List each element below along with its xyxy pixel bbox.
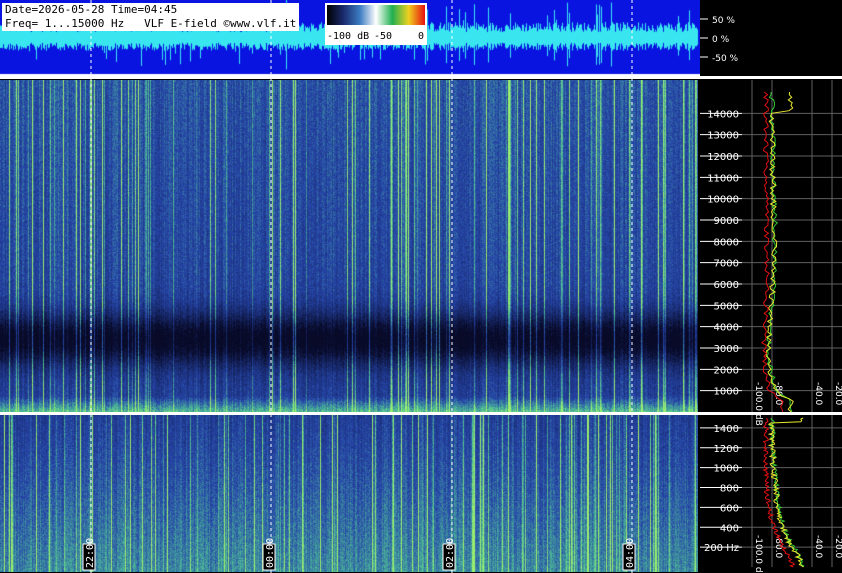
colorbar-gradient bbox=[327, 5, 425, 25]
freq-tick-label: 600 bbox=[720, 503, 739, 514]
freq-tick-label: 13000 bbox=[707, 131, 739, 142]
freq-tick-label: 4000 bbox=[714, 323, 739, 334]
freq-tick-label: 12000 bbox=[707, 152, 739, 163]
freq-tick-label: 14000 bbox=[707, 109, 739, 120]
spectrum-db-tick-label: -100.0 dB bbox=[753, 382, 763, 426]
freq-tick-label: 6000 bbox=[714, 280, 739, 291]
separator-top bbox=[0, 76, 842, 79]
time-tick-label: 00:00 bbox=[262, 538, 276, 571]
header-frequency: Freq= 1...15000 Hz VLF E-field ©www.vlf.… bbox=[5, 17, 297, 30]
colorbar-tick-max: 0 bbox=[418, 31, 425, 42]
time-tick-text: 00:00 bbox=[265, 538, 276, 568]
freq-tick-label: 3000 bbox=[714, 344, 739, 355]
header-info: Date=2026-05-28 Time=04:45 Freq= 1...150… bbox=[2, 3, 300, 31]
freq-tick-label: 8000 bbox=[714, 237, 739, 248]
vlf-monitor-screen: 22:00 00:00 02:00 04:00 50 % 0 % -50 % 1000 2000… bbox=[0, 0, 842, 573]
freq-tick-label: 1400 bbox=[714, 424, 739, 435]
chart-overlay: 22:00 00:00 02:00 04:00 50 % 0 % -50 % 1000 2000… bbox=[0, 0, 842, 573]
freq-tick-label: 7000 bbox=[714, 259, 739, 270]
freq-tick-label: 400 bbox=[720, 523, 739, 534]
time-tick-label: 02:00 bbox=[442, 538, 456, 571]
waveform-tick-label: 50 % bbox=[712, 16, 735, 26]
colorbar-tick-min: -100 dB bbox=[327, 31, 370, 42]
freq-tick-label: 800 bbox=[720, 484, 739, 495]
spectrum-db-tick-label: -40.0 bbox=[813, 382, 823, 406]
spectrum-line-yellow bbox=[765, 91, 794, 413]
waveform-tick-label: 0 % bbox=[712, 35, 730, 45]
time-tick-label: 04:00 bbox=[622, 538, 636, 571]
spectrum-db-tick-label: -100.0 dB bbox=[753, 535, 763, 573]
time-tick-text: 02:00 bbox=[445, 538, 456, 568]
freq-tick-label: 11000 bbox=[707, 173, 739, 184]
freq-tick-label: 1000 bbox=[714, 464, 739, 475]
header-date-time: Date=2026-05-28 Time=04:45 bbox=[5, 3, 178, 16]
time-tick-label: 22:00 bbox=[82, 538, 96, 571]
spectrum-db-tick-label: -20.0 bbox=[833, 535, 842, 559]
freq-tick-label: 2000 bbox=[714, 365, 739, 376]
colorbar-tick-mid: -50 bbox=[374, 31, 393, 42]
waveform-tick-label: -50 % bbox=[712, 54, 739, 64]
freq-tick-label: 1200 bbox=[714, 444, 739, 455]
separator-mid bbox=[0, 412, 842, 415]
time-tick-text: 04:00 bbox=[625, 538, 636, 568]
time-tick-text: 22:00 bbox=[85, 538, 96, 568]
freq-tick-label: 10000 bbox=[707, 195, 739, 206]
colorbar: -100 dB -50 0 bbox=[325, 3, 427, 45]
freq-tick-label: 5000 bbox=[714, 301, 739, 312]
freq-tick-label: 200 Hz bbox=[704, 543, 739, 554]
spectrum-db-tick-label: -40.0 bbox=[813, 535, 823, 559]
freq-tick-label: 9000 bbox=[714, 216, 739, 227]
spectrum-db-tick-label: -20.0 bbox=[833, 382, 842, 406]
freq-tick-label: 1000 bbox=[714, 387, 739, 398]
